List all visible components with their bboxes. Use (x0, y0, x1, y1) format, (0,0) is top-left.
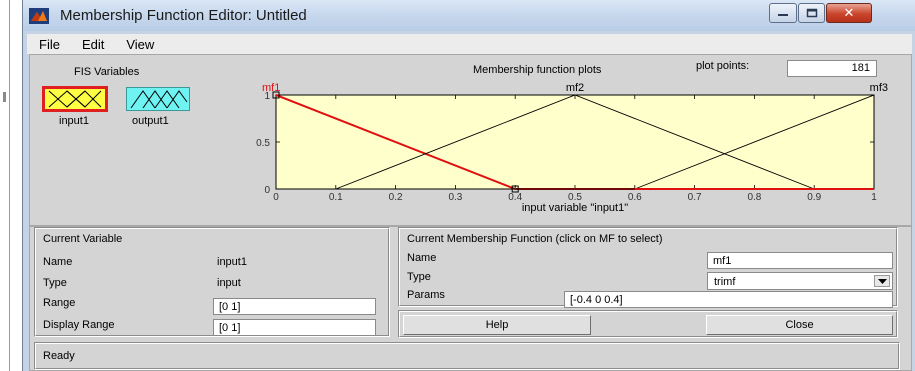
y-tick-label: 0 (264, 185, 270, 196)
menu-view[interactable]: View (126, 37, 154, 52)
close-button[interactable]: Close (706, 315, 893, 335)
x-tick-label: 0 (273, 192, 279, 203)
background-window-edge (0, 0, 10, 371)
x-tick-label: 0.8 (747, 192, 761, 203)
title-bar[interactable]: Membership Function Editor: Untitled ✕ (23, 0, 915, 31)
cv-range-label: Range (43, 297, 76, 309)
menu-bar: File Edit View (27, 34, 912, 54)
cmf-type-label: Type (407, 271, 431, 283)
membership-function-editor-window: Membership Function Editor: Untitled ✕ F… (22, 0, 915, 371)
cv-type-value: input (217, 277, 241, 289)
current-variable-frame: Current Variable Name input1 Type input … (34, 227, 390, 337)
cv-type-label: Type (43, 277, 67, 289)
x-tick-label: 0.1 (329, 192, 343, 203)
cmf-params-label: Params (407, 289, 445, 301)
display-range-input[interactable]: [0 1] (213, 319, 376, 336)
mf-label-mf2: mf2 (566, 82, 584, 94)
x-tick-label: 0.9 (807, 192, 821, 203)
current-variable-heading: Current Variable (43, 233, 123, 245)
mf-type-value: trimf (714, 276, 736, 288)
maximize-button[interactable] (798, 3, 825, 23)
mf-name-input[interactable]: mf1 (707, 252, 893, 269)
cv-name-label: Name (43, 256, 73, 268)
membership-function-plot[interactable]: 0 0.1 0.2 0.3 0.4 0.5 0.6 0.7 0.8 0.9 100.51mf1 mf2… (30, 55, 913, 227)
help-button[interactable]: Help (403, 315, 591, 335)
maximize-icon (806, 8, 817, 18)
cmf-name-label: Name (407, 252, 437, 264)
plot-area (275, 94, 875, 190)
close-window-button[interactable]: ✕ (826, 3, 872, 23)
mf-params-input[interactable]: [-0.4 0 0.4] (564, 291, 893, 308)
current-mf-heading: Current Membership Function (click on MF… (407, 233, 663, 245)
x-axis-label: input variable "input1" (522, 202, 628, 214)
matlab-icon (29, 8, 49, 24)
y-tick-label: 0.5 (256, 138, 270, 149)
menu-file[interactable]: File (39, 37, 60, 52)
x-tick-label: 0.2 (389, 192, 403, 203)
current-mf-frame: Current Membership Function (click on MF… (398, 227, 898, 308)
x-tick-label: 0.3 (448, 192, 462, 203)
window-edge-notch (3, 92, 6, 102)
chevron-down-icon[interactable] (874, 275, 890, 287)
x-tick-label: 0.4 (508, 192, 522, 203)
cv-display-range-label: Display Range (43, 319, 115, 331)
status-bar: Ready (34, 342, 900, 370)
close-icon: ✕ (843, 5, 855, 20)
x-tick-label: 0.6 (628, 192, 642, 203)
mf-label-mf3: mf3 (870, 82, 888, 94)
minimize-icon (778, 14, 788, 16)
minimize-button[interactable] (769, 3, 797, 23)
status-text: Ready (43, 350, 75, 362)
mf-type-select[interactable]: trimf (707, 272, 893, 290)
x-tick-label: 1 (871, 192, 877, 203)
lower-panel: Current Variable Name input1 Type input … (29, 226, 912, 371)
window-title: Membership Function Editor: Untitled (60, 7, 307, 24)
button-frame: Help Close (398, 310, 898, 338)
x-tick-label: 0.7 (688, 192, 702, 203)
upper-panel: FIS Variables input1 output1 Membership … (29, 54, 912, 226)
menu-edit[interactable]: Edit (82, 37, 104, 52)
cv-name-value: input1 (217, 256, 247, 268)
range-input[interactable]: [0 1] (213, 298, 376, 315)
